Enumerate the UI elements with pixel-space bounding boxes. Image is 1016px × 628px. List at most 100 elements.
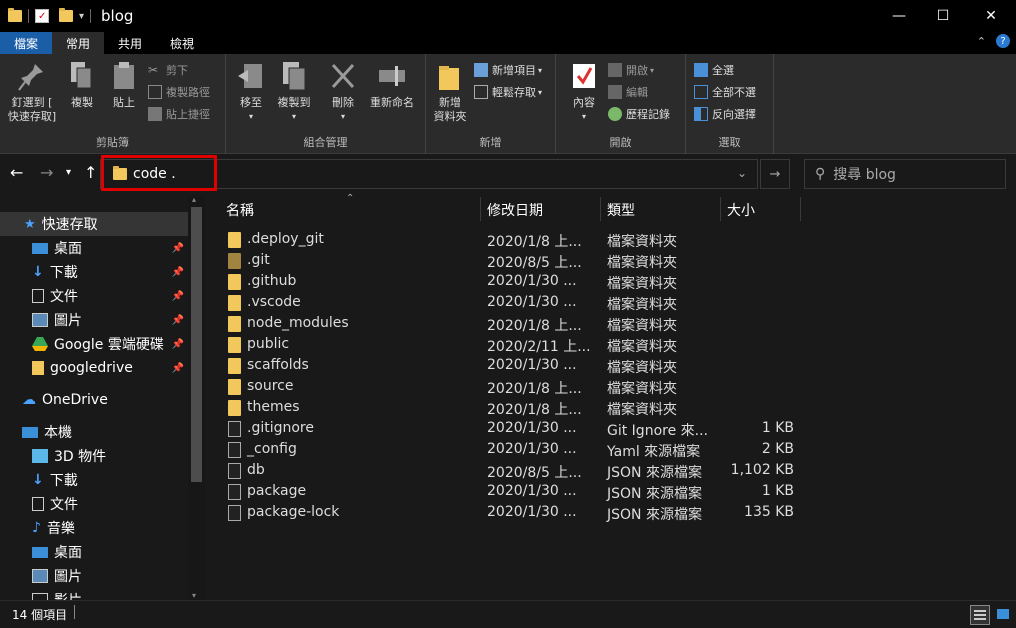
properties-icon[interactable]: ✓ [35, 9, 49, 23]
go-arrow-icon[interactable]: → [760, 159, 790, 189]
scrollbar-thumb[interactable] [191, 207, 202, 482]
pin-icon[interactable]: 📌 [172, 291, 184, 302]
address-dropdown-icon[interactable]: ⌄ [737, 166, 747, 180]
properties-button[interactable]: 內容 ▾ [564, 60, 604, 124]
sidebar-item-documents-pc[interactable]: 文件 [0, 492, 188, 516]
address-bar[interactable]: code . ⌄ [100, 159, 758, 189]
sidebar-scrollbar[interactable]: ▴ ▾ [188, 195, 205, 600]
select-none-button[interactable]: 全部不選 [694, 82, 756, 102]
file-row[interactable]: db 2020/8/5 上... JSON 來源檔案 1,102 KB [228, 460, 808, 481]
copy-path-button[interactable]: 複製路徑 [148, 82, 210, 102]
sidebar-item-documents[interactable]: 文件 📌 [0, 284, 188, 308]
open-button[interactable]: 開啟 ▾ [608, 60, 654, 80]
paste-shortcut-button[interactable]: 貼上捷徑 [148, 104, 210, 124]
move-to-button[interactable]: 移至 ▾ [234, 60, 268, 124]
sidebar-item-downloads[interactable]: ↓ 下載 📌 [0, 260, 188, 284]
forward-arrow-icon[interactable]: → [40, 163, 53, 182]
invert-selection-button[interactable]: 反向選擇 [694, 104, 756, 124]
rename-button[interactable]: 重新命名 [364, 60, 420, 110]
column-divider[interactable] [800, 197, 801, 221]
pin-icon[interactable]: 📌 [172, 315, 184, 326]
folder-icon [228, 253, 241, 269]
help-icon[interactable]: ? [996, 34, 1010, 48]
sidebar-item-pictures[interactable]: 圖片 📌 [0, 308, 188, 332]
sidebar-item-3d-objects[interactable]: 3D 物件 [0, 444, 188, 468]
customize-quick-access-icon[interactable]: ▾ [79, 11, 84, 22]
new-folder-button[interactable]: 新增 資料夾 [430, 60, 470, 124]
tab-view[interactable]: 檢視 [156, 32, 208, 54]
new-folder-icon[interactable] [59, 8, 73, 22]
sidebar-item-this-pc[interactable]: 本機 [0, 420, 188, 444]
cube-icon [32, 449, 48, 463]
column-header-type[interactable]: 類型 [607, 195, 635, 225]
history-button[interactable]: 歷程記錄 [608, 104, 670, 124]
recent-locations-chevron-icon[interactable]: ▾ [66, 167, 71, 178]
close-button[interactable]: ✕ [968, 0, 1014, 32]
tab-file[interactable]: 檔案 [0, 32, 53, 54]
column-header-name[interactable]: 名稱 [226, 195, 254, 225]
tab-share[interactable]: 共用 [104, 32, 156, 54]
file-row[interactable]: node_modules 2020/1/8 上... 檔案資料夾 [228, 313, 808, 334]
sidebar-item-googledrive-folder[interactable]: googledrive 📌 [0, 356, 188, 380]
file-row[interactable]: _config 2020/1/30 ... Yaml 來源檔案 2 KB [228, 439, 808, 460]
pin-icon[interactable]: 📌 [172, 363, 184, 374]
file-type: 檔案資料夾 [607, 255, 677, 271]
sidebar-item-pictures-pc[interactable]: 圖片 [0, 564, 188, 588]
file-row[interactable]: .gitignore 2020/1/30 ... Git Ignore 來... 1 … [228, 418, 808, 439]
maximize-button[interactable]: ☐ [920, 0, 966, 32]
easy-access-button[interactable]: 輕鬆存取 ▾ [474, 82, 542, 102]
search-input[interactable]: 搜尋 blog [833, 164, 896, 184]
sidebar-item-google-drive[interactable]: Google 雲端硬碟 📌 [0, 332, 188, 356]
edit-button[interactable]: 編輯 [608, 82, 648, 102]
paste-button[interactable]: 貼上 [104, 60, 144, 110]
file-row[interactable]: .git 2020/8/5 上... 檔案資料夾 [228, 250, 808, 271]
file-row[interactable]: .vscode 2020/1/30 ... 檔案資料夾 [228, 292, 808, 313]
tab-home[interactable]: 常用 [52, 32, 105, 54]
back-arrow-icon[interactable]: ← [10, 163, 23, 182]
file-row[interactable]: .deploy_git 2020/1/8 上... 檔案資料夾 [228, 229, 808, 250]
file-row[interactable]: package 2020/1/30 ... JSON 來源檔案 1 KB [228, 481, 808, 502]
sidebar-item-desktop-pc[interactable]: 桌面 [0, 540, 188, 564]
collapse-ribbon-icon[interactable]: ⌃ [977, 35, 986, 48]
pin-icon[interactable]: 📌 [172, 339, 184, 350]
scroll-up-icon[interactable]: ▴ [192, 195, 196, 204]
file-row[interactable]: themes 2020/1/8 上... 檔案資料夾 [228, 397, 808, 418]
column-divider[interactable] [480, 197, 481, 221]
column-header-modified[interactable]: 修改日期 [487, 195, 543, 225]
folder-icon [228, 274, 241, 290]
ribbon: 釘選到 [ 快速存取] 複製 貼上 ✂ 剪下 複製路徑 貼上捷徑 剪貼簿 移至 … [0, 54, 1016, 154]
up-arrow-icon[interactable]: ↑ [84, 163, 97, 182]
sidebar-item-quick-access[interactable]: ★ 快速存取 [0, 212, 188, 236]
file-row[interactable]: public 2020/2/11 上... 檔案資料夾 [228, 334, 808, 355]
file-row[interactable]: package-lock 2020/1/30 ... JSON 來源檔案 135 KB [228, 502, 808, 523]
file-row[interactable]: source 2020/1/8 上... 檔案資料夾 [228, 376, 808, 397]
select-all-button[interactable]: 全選 [694, 60, 734, 80]
pin-quick-access-button[interactable]: 釘選到 [ 快速存取] [4, 60, 60, 124]
copy-to-button[interactable]: 複製到 ▾ [274, 60, 314, 124]
column-header-size[interactable]: 大小 [727, 195, 755, 225]
pin-icon[interactable]: 📌 [172, 267, 184, 278]
file-row[interactable]: .github 2020/1/30 ... 檔案資料夾 [228, 271, 808, 292]
file-type: Git Ignore 來... [607, 423, 708, 439]
large-icons-view-icon[interactable] [994, 605, 1014, 625]
search-box[interactable]: ⚲ 搜尋 blog [804, 159, 1006, 189]
scroll-down-icon[interactable]: ▾ [192, 591, 196, 600]
column-divider[interactable] [720, 197, 721, 221]
details-view-icon[interactable] [970, 605, 990, 625]
minimize-button[interactable]: — [876, 0, 922, 32]
sidebar-item-music[interactable]: ♪ 音樂 [0, 516, 188, 540]
new-item-button[interactable]: 新增項目 ▾ [474, 60, 542, 80]
cut-button[interactable]: ✂ 剪下 [148, 60, 188, 80]
folder-icon[interactable] [8, 8, 22, 22]
address-input[interactable]: code . [133, 166, 176, 182]
pin-icon[interactable]: 📌 [172, 243, 184, 254]
file-row[interactable]: scaffolds 2020/1/30 ... 檔案資料夾 [228, 355, 808, 376]
sidebar-item-videos[interactable]: 影片 [0, 588, 188, 600]
sidebar-item-downloads-pc[interactable]: ↓ 下載 [0, 468, 188, 492]
sidebar-item-onedrive[interactable]: ☁ OneDrive [0, 388, 188, 412]
column-divider[interactable] [600, 197, 601, 221]
sidebar-item-desktop[interactable]: 桌面 📌 [0, 236, 188, 260]
delete-button[interactable]: 刪除 ▾ [326, 60, 360, 124]
pin-icon [17, 60, 47, 92]
copy-button[interactable]: 複製 [62, 60, 102, 110]
